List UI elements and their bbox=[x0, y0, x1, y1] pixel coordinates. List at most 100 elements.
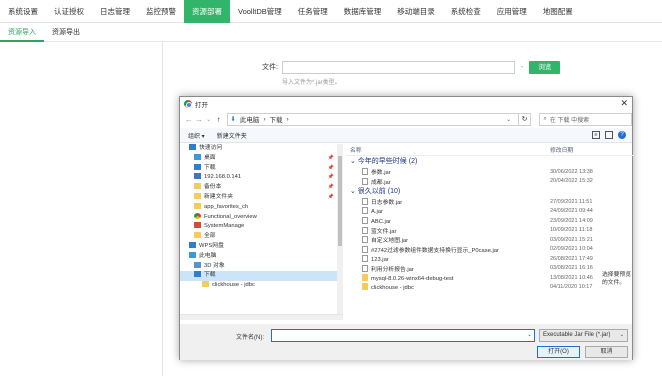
file-type-select[interactable]: Executable Jar File (*.jar) ⌄ bbox=[539, 329, 628, 342]
separator-dash: - bbox=[521, 63, 524, 71]
file-name-cell: 123.jar bbox=[346, 254, 550, 263]
file-row[interactable]: 自定义地图.jar 03/09/2021 15:21 bbox=[346, 235, 634, 245]
tree-item[interactable]: 备份本 📌 bbox=[180, 183, 342, 193]
breadcrumb-sep: › bbox=[263, 115, 266, 123]
file-row[interactable]: clickhouse - jdbc 04/11/2020 10:17 bbox=[346, 283, 634, 293]
file-name-cell: 自定义地图.jar bbox=[346, 235, 550, 244]
browse-button[interactable]: 浏览 bbox=[529, 60, 561, 74]
forward-arrow-icon[interactable]: → bbox=[194, 115, 204, 124]
nav-item[interactable]: VoolltDB管理 bbox=[230, 0, 290, 23]
help-icon[interactable]: ? bbox=[618, 131, 626, 139]
file-hint: 导入文件为*.jar类型。 bbox=[282, 80, 341, 86]
tree-item[interactable]: 192.168.0.141 📌 bbox=[180, 173, 342, 183]
tree-item[interactable]: 下载 bbox=[180, 271, 342, 282]
folder-icon bbox=[202, 281, 209, 288]
tree-item[interactable]: 全部 bbox=[180, 232, 342, 242]
nav-item[interactable]: 日志管理 bbox=[92, 0, 138, 23]
tree-item-label: 备份本 bbox=[204, 184, 222, 191]
preview-pane-icon[interactable] bbox=[605, 131, 613, 139]
tree-scrollbar[interactable] bbox=[337, 144, 343, 314]
folder-icon bbox=[362, 273, 368, 281]
nav-item[interactable]: 资源部署 bbox=[184, 0, 230, 23]
nav-item[interactable]: 地图配置 bbox=[535, 0, 581, 23]
new-folder-button[interactable]: 新建文件夹 bbox=[217, 131, 247, 140]
file-path-input[interactable] bbox=[282, 60, 515, 74]
cloud-icon bbox=[189, 241, 196, 248]
tree-item[interactable]: Functional_overview bbox=[180, 212, 342, 223]
group-heading[interactable]: ⌄ 今年的早些时候 (2) bbox=[346, 156, 634, 167]
tree-horizontal-scrollbar[interactable] bbox=[180, 314, 343, 320]
file-row[interactable]: mysql-8.0.26-winx64-debug-test 13/08/2021… bbox=[346, 273, 634, 283]
column-modified[interactable]: 修改日期 bbox=[550, 145, 604, 154]
cube-icon bbox=[194, 261, 201, 268]
refresh-icon[interactable]: ↻ bbox=[518, 112, 532, 126]
network-icon bbox=[194, 173, 201, 180]
sub-tab[interactable]: 资源导入 bbox=[0, 23, 44, 42]
tree-item[interactable]: 下载 📌 bbox=[180, 163, 342, 174]
file-row[interactable]: A.jar 24/09/2021 09:44 bbox=[346, 207, 634, 217]
file-date: 03/08/2021 16:16 bbox=[550, 265, 593, 272]
tree-item[interactable]: WPS网盘 bbox=[180, 241, 342, 252]
search-icon: ⌕ bbox=[543, 115, 547, 122]
file-row[interactable]: 利用分析报告.jar 03/08/2021 16:16 bbox=[346, 264, 634, 274]
nav-item[interactable]: 应用管理 bbox=[489, 0, 535, 23]
tree-item[interactable]: clickhouse - jdbc bbox=[180, 281, 342, 291]
tree-item[interactable]: 此电脑 bbox=[180, 251, 342, 262]
nav-item[interactable]: 数据库管理 bbox=[336, 0, 390, 23]
open-button[interactable]: 打开(O) bbox=[537, 346, 580, 358]
filename-input[interactable]: ⌄ bbox=[271, 329, 535, 342]
file-row[interactable]: 日志参数.jar 27/09/2021 11:51 bbox=[346, 197, 634, 207]
tree-item-label: WPS网盘 bbox=[199, 242, 224, 249]
file-row[interactable]: 123.jar 26/08/2021 17:49 bbox=[346, 254, 634, 264]
breadcrumb-downloads[interactable]: 下载 bbox=[270, 114, 283, 124]
nav-item[interactable]: 监控预警 bbox=[138, 0, 184, 23]
address-bar[interactable]: ⬇ 此电脑 › 下载 › ⌄ bbox=[227, 112, 519, 126]
pc-icon bbox=[189, 251, 196, 258]
group-heading[interactable]: ⌄ 很久以前 (10) bbox=[346, 186, 634, 197]
file-row[interactable]: 蓝文件.jar 10/09/2021 11:18 bbox=[346, 226, 634, 236]
pin-icon: 📌 bbox=[327, 193, 334, 200]
file-row[interactable]: 成都.jar 20/04/2022 15:32 bbox=[346, 177, 634, 187]
search-input[interactable]: ⌕ 在 下载 中搜索 bbox=[539, 112, 633, 126]
close-icon[interactable]: ✕ bbox=[620, 98, 628, 109]
sub-nav: 资源导入 资源导出 bbox=[0, 23, 662, 42]
tree-item[interactable]: 快速访问 bbox=[180, 144, 342, 154]
file-row[interactable]: ABC.jar 23/09/2021 14:09 bbox=[346, 216, 634, 226]
file-upload-row: 文件: - 浏览 bbox=[254, 60, 561, 74]
sub-tab[interactable]: 资源导出 bbox=[44, 23, 88, 42]
file-name: 成都.jar bbox=[371, 179, 391, 186]
nav-item[interactable]: 系统设置 bbox=[0, 0, 46, 23]
file-name-cell: mysql-8.0.26-winx64-debug-test bbox=[346, 273, 550, 282]
tree-item[interactable]: 3D 对象 bbox=[180, 261, 342, 272]
tree-item[interactable]: app_favorites_ch bbox=[180, 202, 342, 213]
file-name-cell: 参数.jar bbox=[346, 167, 550, 176]
tree-item[interactable]: 桌面 📌 bbox=[180, 153, 342, 164]
download-icon bbox=[194, 271, 201, 278]
chevron-down-icon[interactable]: ⌄ bbox=[504, 116, 514, 123]
chevron-down-icon: ⌄ bbox=[619, 332, 624, 338]
column-name[interactable]: 名称 bbox=[346, 145, 550, 154]
tree-item-label: Functional_overview bbox=[204, 213, 257, 220]
scrollbar-thumb[interactable] bbox=[338, 156, 342, 246]
file-row[interactable]: #2742过滤参数组件数据支持换行显示_P0case.jar 02/09/2021… bbox=[346, 245, 634, 255]
nav-item[interactable]: 移动端目录 bbox=[389, 0, 443, 23]
organize-button[interactable]: 组织 ▾ bbox=[188, 131, 205, 140]
file-row[interactable]: 参数.jar 30/06/2022 13:38 bbox=[346, 167, 634, 177]
up-arrow-icon[interactable]: ↑ bbox=[214, 115, 224, 124]
view-options-icon[interactable]: ≡ bbox=[592, 131, 600, 139]
chevron-down-icon[interactable]: ⌄ bbox=[525, 330, 534, 341]
nav-item[interactable]: 认证授权 bbox=[46, 0, 92, 23]
breadcrumb-this-pc[interactable]: 此电脑 bbox=[240, 114, 260, 124]
file-date: 24/09/2021 09:44 bbox=[550, 208, 593, 215]
cancel-button[interactable]: 取消 bbox=[585, 346, 628, 358]
open-file-dialog: 打开 ✕ ← → ⌄ ↑ ⬇ 此电脑 › 下载 › ⌄ ↻ ⌕ 在 下载 中搜索… bbox=[179, 96, 634, 360]
file-icon bbox=[362, 254, 368, 262]
nav-item[interactable]: 任务管理 bbox=[290, 0, 336, 23]
back-arrow-icon[interactable]: ← bbox=[184, 115, 194, 124]
file-icon bbox=[362, 226, 368, 234]
tree-item[interactable]: 新建文件夹 📌 bbox=[180, 192, 342, 203]
chevron-down-icon[interactable]: ⌄ bbox=[204, 116, 214, 123]
tree-item[interactable]: SystemManage bbox=[180, 222, 342, 232]
tree-item-label: app_favorites_ch bbox=[204, 203, 249, 210]
nav-item[interactable]: 系统检查 bbox=[443, 0, 489, 23]
